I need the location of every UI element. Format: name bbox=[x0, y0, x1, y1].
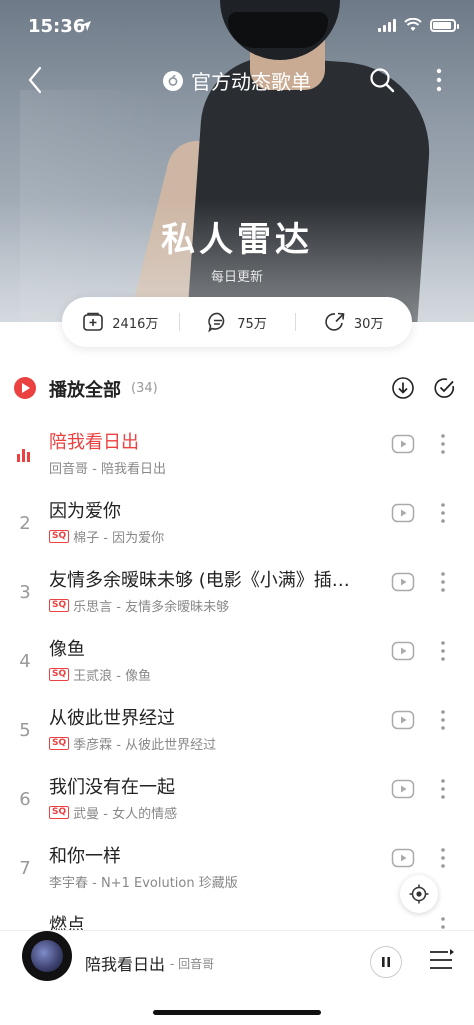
pause-button[interactable] bbox=[370, 946, 402, 978]
mv-video-icon[interactable] bbox=[391, 503, 415, 523]
share-icon bbox=[325, 312, 345, 331]
song-more-icon[interactable] bbox=[440, 639, 446, 663]
play-all-label[interactable]: 播放全部 bbox=[49, 376, 121, 402]
song-more-icon[interactable] bbox=[440, 432, 446, 456]
song-more-icon[interactable] bbox=[440, 570, 446, 594]
locate-icon bbox=[409, 884, 429, 904]
nav-title: 官方动态歌单 bbox=[191, 70, 311, 94]
song-index: 7 bbox=[19, 858, 31, 879]
song-title[interactable]: 像鱼 bbox=[49, 635, 379, 661]
song-meta: SQ 王贰浪 - 像鱼 bbox=[49, 665, 151, 684]
now-playing-title[interactable]: 陪我看日出 bbox=[85, 951, 165, 975]
netease-logo-icon bbox=[163, 70, 183, 91]
song-meta: SQ 季彦霖 - 从彼此世界经过 bbox=[49, 734, 216, 753]
song-artist-album: 武曼 - 女人的情感 bbox=[73, 807, 178, 822]
cellular-signal-icon bbox=[378, 18, 396, 32]
song-artist-album: 棉子 - 因为爱你 bbox=[73, 531, 165, 546]
song-index: 3 bbox=[19, 582, 31, 603]
battery-icon bbox=[430, 18, 459, 32]
song-title[interactable]: 从彼此世界经过 bbox=[49, 704, 379, 730]
playlist-icon[interactable] bbox=[428, 947, 454, 973]
status-time: 15:36 bbox=[28, 16, 86, 37]
song-meta: 李宇春 - N+1 Evolution 珍藏版 bbox=[49, 872, 238, 891]
song-more-icon[interactable] bbox=[440, 501, 446, 525]
add-folder-icon bbox=[83, 312, 104, 331]
now-playing-artist: - 回音哥 bbox=[170, 957, 215, 971]
song-artist-album: 回音哥 - 陪我看日出 bbox=[49, 462, 166, 477]
now-playing-equalizer-icon bbox=[17, 448, 30, 462]
mv-video-icon[interactable] bbox=[391, 434, 415, 454]
album-disc[interactable] bbox=[22, 931, 72, 981]
song-index: 2 bbox=[19, 513, 31, 534]
track-count: (34) bbox=[131, 381, 158, 396]
comment-icon bbox=[208, 312, 225, 333]
song-artist-album: 季彦霖 - 从彼此世界经过 bbox=[73, 738, 217, 753]
stats-bar: 2416万 75万 30万 bbox=[62, 297, 412, 347]
comment-count: 75万 bbox=[237, 316, 267, 332]
mini-player[interactable]: 陪我看日出 - 回音哥 bbox=[0, 930, 474, 994]
locate-current-button[interactable] bbox=[400, 875, 438, 913]
song-meta: SQ 乐思言 - 友情多余暧昧未够 bbox=[49, 596, 229, 615]
multi-select-icon[interactable] bbox=[433, 376, 457, 400]
wifi-icon bbox=[404, 18, 422, 31]
song-row[interactable]: 5 从彼此世界经过 SQ 季彦霖 - 从彼此世界经过 bbox=[0, 700, 474, 768]
song-artist-album: 李宇春 - N+1 Evolution 珍藏版 bbox=[49, 876, 238, 891]
song-title[interactable]: 和你一样 bbox=[49, 842, 379, 868]
song-more-icon[interactable] bbox=[440, 708, 446, 732]
nav-bar: 官方动态歌单 bbox=[0, 56, 474, 104]
song-row[interactable]: 6 我们没有在一起 SQ 武曼 - 女人的情感 bbox=[0, 769, 474, 837]
song-index: 6 bbox=[19, 789, 31, 810]
mv-video-icon[interactable] bbox=[391, 848, 415, 868]
search-icon[interactable] bbox=[368, 66, 396, 94]
song-artist-album: 王贰浪 - 像鱼 bbox=[73, 669, 152, 684]
song-index: 5 bbox=[19, 720, 31, 741]
song-title[interactable]: 友情多余暧昧未够 (电影《小满》插… bbox=[49, 566, 379, 592]
song-meta: SQ 武曼 - 女人的情感 bbox=[49, 803, 177, 822]
song-meta: SQ 棉子 - 因为爱你 bbox=[49, 527, 164, 546]
playlist-title: 私人雷达 bbox=[161, 220, 313, 260]
sq-badge: SQ bbox=[49, 806, 70, 819]
playlist-subtitle: 每日更新 bbox=[210, 270, 263, 285]
nav-title-group: 官方动态歌单 bbox=[0, 66, 474, 95]
song-artist-album: 乐思言 - 友情多余暧昧未够 bbox=[73, 600, 230, 615]
song-index: 4 bbox=[19, 651, 31, 672]
song-more-icon[interactable] bbox=[440, 777, 446, 801]
location-arrow-icon bbox=[81, 21, 91, 31]
collect-button[interactable]: 2416万 bbox=[62, 311, 179, 333]
more-vertical-icon[interactable] bbox=[434, 66, 444, 94]
song-meta: 回音哥 - 陪我看日出 bbox=[49, 458, 166, 477]
collect-count: 2416万 bbox=[112, 316, 159, 332]
mv-video-icon[interactable] bbox=[391, 572, 415, 592]
home-indicator bbox=[153, 1010, 321, 1015]
status-indicators bbox=[378, 18, 459, 32]
sq-badge: SQ bbox=[49, 668, 70, 681]
song-more-icon[interactable] bbox=[440, 846, 446, 870]
song-row[interactable]: 4 像鱼 SQ 王贰浪 - 像鱼 bbox=[0, 631, 474, 699]
sq-badge: SQ bbox=[49, 737, 70, 750]
play-all-icon[interactable] bbox=[14, 377, 36, 399]
song-title[interactable]: 陪我看日出 bbox=[49, 428, 379, 454]
mv-video-icon[interactable] bbox=[391, 710, 415, 730]
song-row[interactable]: 陪我看日出回音哥 - 陪我看日出 bbox=[0, 424, 474, 492]
album-cover bbox=[31, 940, 63, 972]
status-bar: 15:36 bbox=[0, 0, 474, 56]
comment-button[interactable]: 75万 bbox=[178, 311, 296, 333]
share-count: 30万 bbox=[353, 316, 384, 332]
mv-video-icon[interactable] bbox=[391, 641, 415, 661]
song-row[interactable]: 2 因为爱你 SQ 棉子 - 因为爱你 bbox=[0, 493, 474, 561]
pause-icon bbox=[382, 957, 390, 967]
sq-badge: SQ bbox=[49, 530, 70, 543]
mv-video-icon[interactable] bbox=[391, 779, 415, 799]
song-title[interactable]: 因为爱你 bbox=[49, 497, 379, 523]
share-button[interactable]: 30万 bbox=[295, 311, 412, 333]
sq-badge: SQ bbox=[49, 599, 70, 612]
download-icon[interactable] bbox=[391, 376, 415, 400]
play-all-row[interactable]: 播放全部 (34) bbox=[0, 368, 474, 408]
song-title[interactable]: 我们没有在一起 bbox=[49, 773, 379, 799]
song-row[interactable]: 3 友情多余暧昧未够 (电影《小满》插… SQ 乐思言 - 友情多余暧昧未够 bbox=[0, 562, 474, 630]
